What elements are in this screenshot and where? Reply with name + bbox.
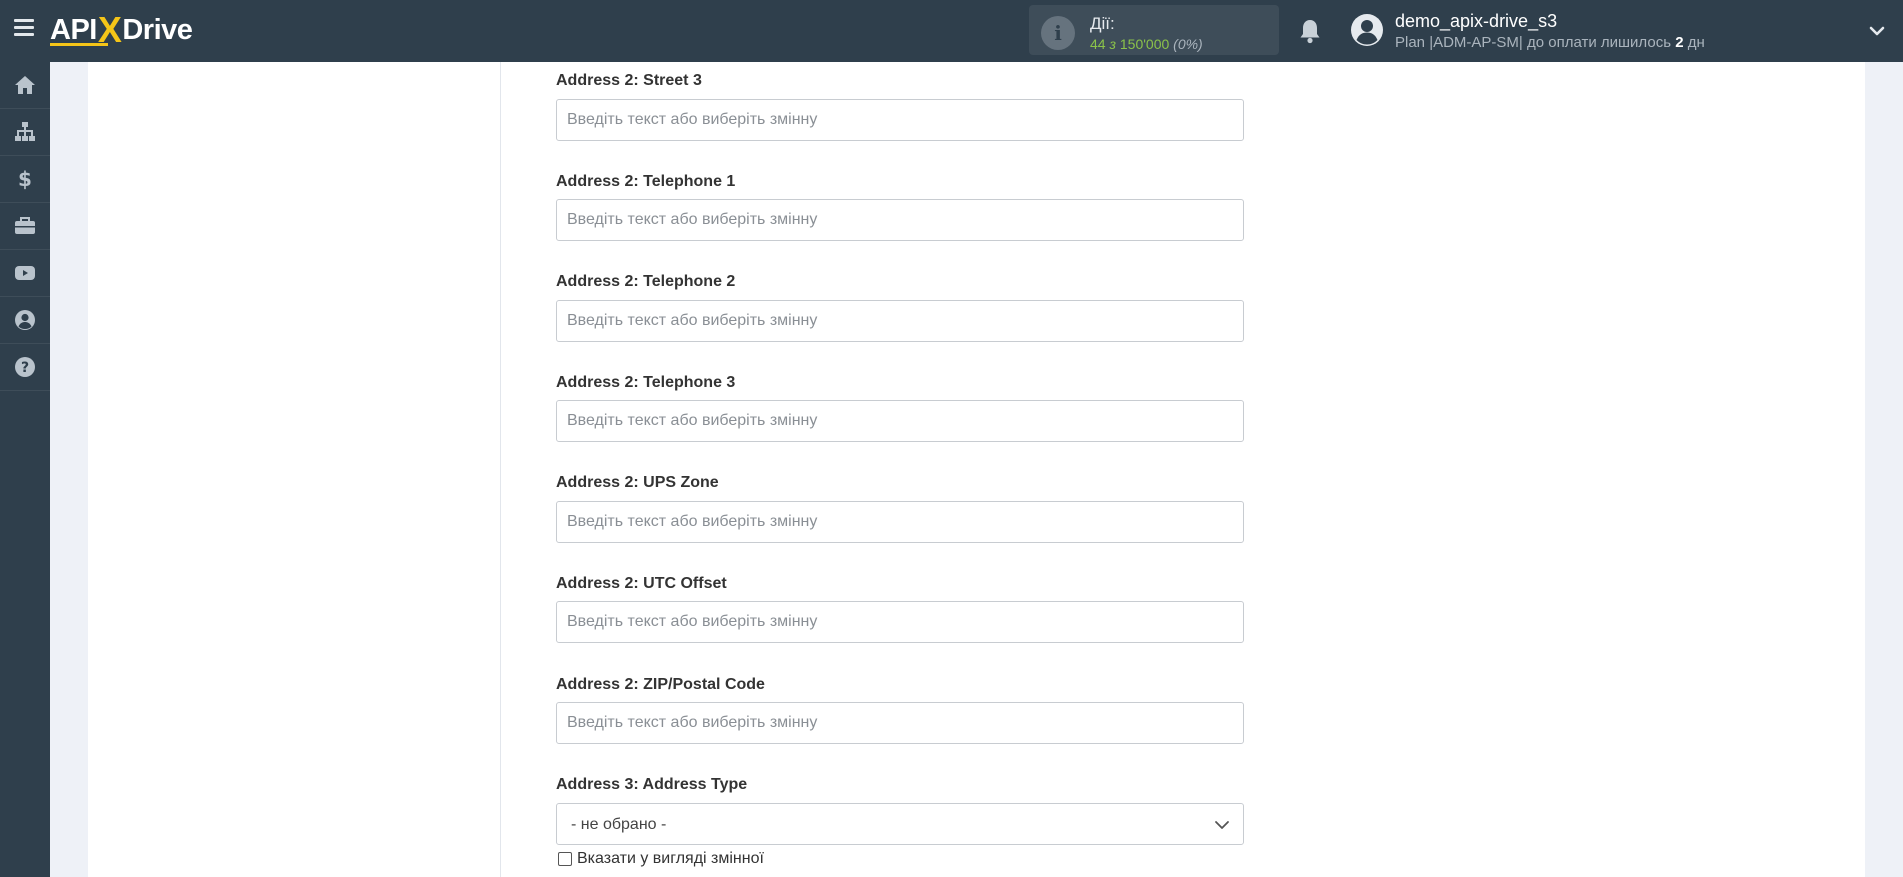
actions-counter[interactable]: i Дії: 44 з 150'000 (0%) <box>1029 5 1279 55</box>
sidebar-item-services[interactable] <box>0 203 50 250</box>
address-type-select[interactable]: - не обрано - <box>556 803 1244 845</box>
zip-postal-code-input[interactable] <box>556 702 1244 744</box>
apix-drive-logo[interactable]: API X Drive <box>50 9 193 50</box>
home-icon <box>15 76 35 94</box>
info-icon: i <box>1041 16 1075 50</box>
briefcase-icon <box>15 217 35 234</box>
actions-count: 44 з 150'000 (0%) <box>1090 36 1203 52</box>
sidebar-item-home[interactable] <box>0 62 50 109</box>
telephone-2-input[interactable] <box>556 300 1244 342</box>
sidebar-item-billing[interactable]: $ <box>0 156 50 203</box>
logo-text-drive: Drive <box>122 13 193 46</box>
sitemap-icon <box>15 122 35 141</box>
street-3-input[interactable] <box>556 99 1244 141</box>
youtube-icon <box>15 266 35 280</box>
user-circle-icon <box>15 310 35 330</box>
utc-offset-input[interactable] <box>556 601 1244 643</box>
telephone-1-input[interactable] <box>556 199 1244 241</box>
actions-label: Дії: <box>1090 14 1115 33</box>
left-sidebar: $ ? <box>0 62 50 877</box>
use-variable-option: Вказати у вигляді змінної <box>558 850 764 868</box>
chevron-down-icon[interactable] <box>1868 22 1886 40</box>
field-label-zip-postal-code: Address 2: ZIP/Postal Code <box>556 676 765 693</box>
use-variable-label[interactable]: Вказати у вигляді змінної <box>577 850 764 868</box>
sidebar-item-account[interactable] <box>0 297 50 344</box>
sidebar-item-connections[interactable] <box>0 109 50 156</box>
field-label-ups-zone: Address 2: UPS Zone <box>556 474 719 491</box>
panel-divider <box>500 62 501 877</box>
field-label-street-3: Address 2: Street 3 <box>556 72 702 89</box>
field-label-telephone-3: Address 2: Telephone 3 <box>556 374 736 391</box>
telephone-3-input[interactable] <box>556 400 1244 442</box>
dollar-icon: $ <box>18 167 32 191</box>
field-label-utc-offset: Address 2: UTC Offset <box>556 575 727 592</box>
field-label-address-type: Address 3: Address Type <box>556 776 748 793</box>
chevron-down-icon <box>1215 821 1229 829</box>
use-variable-checkbox[interactable] <box>558 852 572 866</box>
menu-toggle-icon[interactable] <box>14 19 34 37</box>
sidebar-item-video[interactable] <box>0 250 50 297</box>
ups-zone-input[interactable] <box>556 501 1244 543</box>
svg-text:$: $ <box>18 167 32 191</box>
question-circle-icon: ? <box>15 357 35 377</box>
bell-icon[interactable] <box>1298 18 1322 44</box>
username[interactable]: demo_apix-drive_s3 <box>1395 11 1557 32</box>
user-avatar-icon[interactable] <box>1350 13 1384 47</box>
field-label-telephone-1: Address 2: Telephone 1 <box>556 173 736 190</box>
logo-text-api: API <box>50 13 97 46</box>
address-type-selected-value: - не обрано - <box>571 816 667 833</box>
sidebar-item-help[interactable]: ? <box>0 344 50 391</box>
plan-info: Plan |ADM-AP-SM| до оплати лишилось 2 дн <box>1395 34 1705 51</box>
top-header: API X Drive i Дії: 44 з 150'000 (0%) demo_… <box>0 0 1903 62</box>
field-label-telephone-2: Address 2: Telephone 2 <box>556 273 736 290</box>
logo-underline <box>50 43 108 46</box>
svg-text:?: ? <box>21 360 29 376</box>
